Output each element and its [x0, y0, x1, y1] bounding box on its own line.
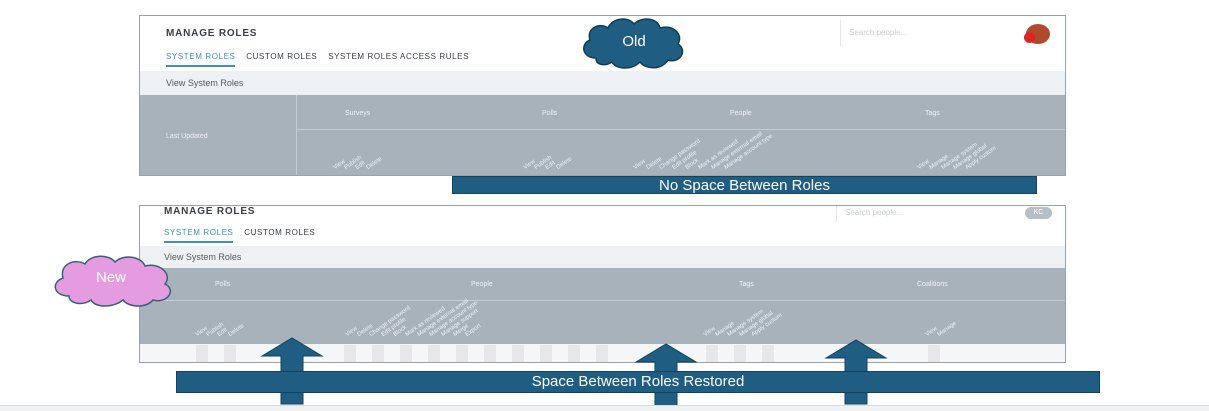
old-tab-bar: SYSTEM ROLES CUSTOM ROLES SYSTEM ROLES A… — [166, 52, 477, 67]
old-tab-system-roles-access-rules[interactable]: SYSTEM ROLES ACCESS RULES — [328, 52, 469, 65]
role-cell — [762, 345, 774, 362]
role-cell — [224, 345, 236, 362]
role-cell — [484, 345, 496, 362]
page-footer-divider — [0, 405, 1209, 411]
old-col-polls: Polls — [542, 110, 558, 117]
role-cell — [568, 345, 580, 362]
new-tab-system-roles[interactable]: SYSTEM ROLES — [164, 228, 234, 243]
old-avatar-badge — [1024, 32, 1035, 43]
role-cell — [928, 345, 940, 362]
new-col-people: People — [471, 281, 493, 288]
old-col-tags: Tags — [925, 110, 940, 117]
new-avatar[interactable]: KC — [1025, 207, 1052, 219]
role-cell — [428, 345, 440, 362]
old-col-people: People — [730, 110, 752, 117]
old-row-label: Last Updated — [166, 133, 208, 140]
role-cell — [344, 345, 356, 362]
old-cloud-label: Old — [622, 33, 646, 50]
new-page-title: MANAGE ROLES — [164, 206, 256, 217]
role-cell — [196, 345, 208, 362]
new-col-tags: Tags — [739, 281, 754, 288]
space-restored-banner: Space Between Roles Restored — [176, 371, 1100, 393]
new-permissions-grid: Polls People Tags Coalitions View Publish… — [140, 268, 1065, 344]
new-col-polls: Polls — [215, 281, 231, 288]
new-tab-bar: SYSTEM ROLES CUSTOM ROLES — [164, 228, 323, 243]
role-cell — [706, 345, 718, 362]
permission-label: Manage — [936, 320, 958, 338]
new-tab-custom-roles[interactable]: CUSTOM ROLES — [244, 228, 315, 241]
new-header-divider — [140, 300, 1065, 301]
role-cell — [400, 345, 412, 362]
role-cell — [596, 345, 608, 362]
no-space-banner: No Space Between Roles — [452, 176, 1037, 194]
new-search-input[interactable]: Search people... — [836, 206, 1006, 222]
permission-label: Delete — [227, 323, 246, 338]
old-tab-custom-roles[interactable]: CUSTOM ROLES — [246, 52, 317, 65]
old-col-surveys: Surveys — [345, 110, 371, 117]
role-cell — [540, 345, 552, 362]
permission-label: Delete — [365, 156, 384, 171]
new-manage-roles-panel: MANAGE ROLES Search people... KC SYSTEM … — [139, 205, 1066, 363]
old-subheader: View System Roles — [140, 71, 1065, 95]
role-cell — [372, 345, 384, 362]
old-page-title: MANAGE ROLES — [166, 28, 258, 39]
new-avatar-initials: KC — [1033, 209, 1044, 216]
old-avatar[interactable] — [1024, 24, 1050, 44]
role-cell — [456, 345, 468, 362]
old-row-label-divider — [296, 95, 297, 175]
new-col-coalitions: Coalitions — [917, 281, 948, 288]
new-cloud-label: New — [95, 269, 126, 286]
new-role-checkbox-row — [140, 344, 1065, 362]
old-subheader-text: View System Roles — [166, 78, 244, 88]
old-permissions-grid: Last Updated Surveys Polls People Tags V… — [140, 95, 1065, 175]
permission-label: Delete — [555, 156, 574, 171]
old-search-input[interactable]: Search people... — [840, 20, 1010, 46]
permission-label: View — [632, 158, 647, 171]
old-tab-system-roles[interactable]: SYSTEM ROLES — [166, 52, 236, 67]
role-cell — [512, 345, 524, 362]
old-header-divider — [297, 129, 1065, 130]
role-cell — [734, 345, 746, 362]
new-subheader: View System Roles — [140, 246, 1065, 268]
